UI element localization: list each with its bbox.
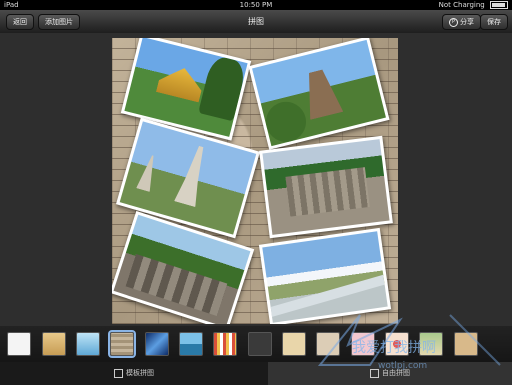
temple-ruin-photo[interactable]: [248, 38, 390, 150]
watermark-text: 我爱打我拼啊: [352, 339, 436, 356]
battery-status: Not Charging: [438, 1, 485, 9]
share-label: 分享: [460, 18, 474, 26]
watermark-domain: wotlpj.com: [378, 361, 427, 371]
clock: 10:50 PM: [239, 1, 273, 9]
tab-template-label: 模板拼图: [126, 369, 154, 377]
tab-template-collage[interactable]: 模板拼图: [0, 362, 268, 385]
collage-canvas[interactable]: [112, 38, 398, 324]
bg-thumb-white[interactable]: [7, 332, 31, 356]
share-button[interactable]: P 分享: [442, 14, 481, 30]
bayon-ruins-photo[interactable]: [259, 135, 393, 239]
bg-thumb-ocean[interactable]: [179, 332, 203, 356]
save-button[interactable]: 保存: [480, 14, 508, 30]
bg-thumb-stripes[interactable]: [213, 332, 237, 356]
template-icon: [114, 368, 123, 378]
site-watermark: 我爱打我拼啊 wotlpj.com: [317, 314, 501, 371]
bg-thumb-stone-wall-selected[interactable]: [110, 332, 134, 356]
bg-thumb-dark[interactable]: [248, 332, 272, 356]
nav-bar: 返回 添加图片 拼图 P 分享 保存: [0, 10, 512, 34]
watermark-wing-icon: [449, 314, 501, 366]
page-title: 拼图: [248, 17, 264, 26]
bg-thumb-gold[interactable]: [42, 332, 66, 356]
bg-thumb-blue-gradient[interactable]: [145, 332, 169, 356]
status-bar: iPad 10:50 PM Not Charging: [0, 0, 512, 10]
share-icon: P: [449, 17, 458, 27]
bg-thumb-light-blue[interactable]: [76, 332, 100, 356]
battery-icon: [490, 1, 508, 9]
